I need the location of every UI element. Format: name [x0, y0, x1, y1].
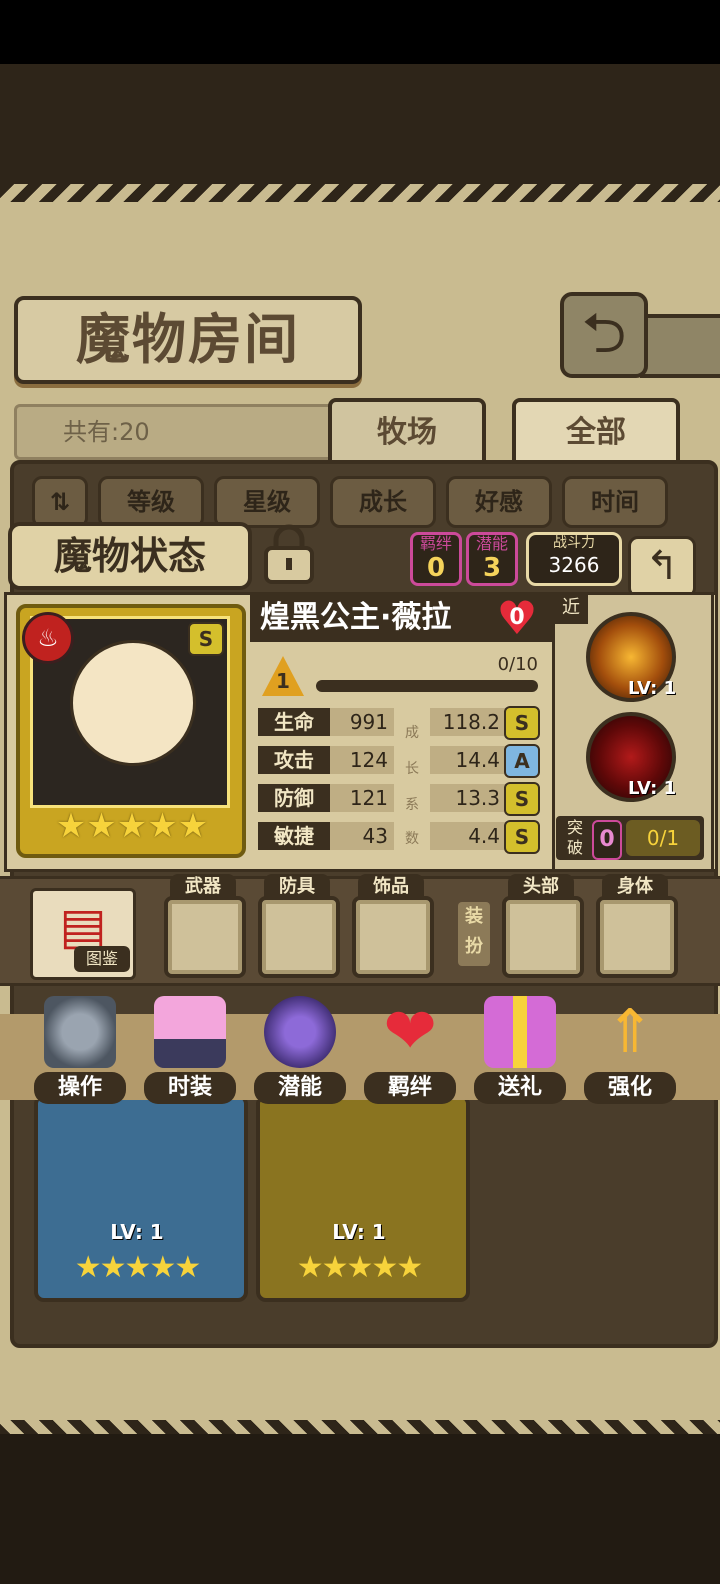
sort-row: ⇅ 等级 星级 成长 好感 时间 [24, 476, 696, 528]
exp-text: 0/10 [497, 654, 538, 675]
gear-icon [44, 996, 116, 1068]
sort-star-button[interactable]: 星级 [214, 476, 320, 528]
page-title: 魔物房间 [76, 308, 300, 371]
fashion-label: 时装 [144, 1072, 236, 1104]
breakthrough-progress: 0/1 [626, 820, 700, 856]
attr-hp-name: 生命 [258, 708, 330, 736]
exp-bar [316, 680, 538, 692]
return-arrow-icon: ⮌ [581, 301, 627, 366]
attr-agi-grade: S [504, 820, 540, 854]
card-stars: ★★★★★ [296, 1250, 423, 1285]
attr-def-grade: S [504, 782, 540, 816]
growth-label-char: 长 [405, 761, 419, 777]
attr-hp-value: 991 [330, 708, 394, 736]
body-slot[interactable] [596, 896, 678, 978]
potential-label: 潜能 [475, 534, 508, 553]
card-stars: ★★★★★ [74, 1250, 201, 1285]
accessory-slot[interactable] [352, 896, 434, 978]
hearts-icon: ❤ [383, 995, 437, 1069]
skill-1-level: LV: 1 [628, 678, 677, 699]
sort-affection-button[interactable]: 好感 [446, 476, 552, 528]
bottom-wall [0, 1434, 720, 1584]
room-title-plate: 魔物房间 [14, 296, 362, 384]
attr-atk-value: 124 [330, 746, 394, 774]
dress-up-label: 装扮 [458, 902, 490, 966]
attr-agi-growth: 4.4 [430, 822, 506, 850]
bond-stat: 羁绊 0 [410, 532, 462, 586]
attr-agi-value: 43 [330, 822, 394, 850]
monster-count: 共有:20 [63, 418, 150, 446]
head-slot[interactable] [502, 896, 584, 978]
top-border-decoration [0, 184, 720, 202]
sort-time-button[interactable]: 时间 [562, 476, 668, 528]
sort-toggle-icon: ⇅ [49, 488, 71, 516]
bond-label: 羁绊 [364, 1072, 456, 1104]
bond-label: 羁绊 [419, 534, 452, 553]
growth-label-char: 系 [405, 797, 419, 813]
lock-button[interactable] [256, 524, 322, 586]
tab-all[interactable]: 全部 [512, 398, 680, 468]
weapon-slot[interactable] [164, 896, 246, 978]
monster-face-illustration [70, 640, 196, 766]
breakthrough-count: 0 [592, 820, 622, 860]
gift-label: 送礼 [474, 1072, 566, 1104]
potential-value: 3 [482, 553, 502, 583]
card-level: LV: 1 [332, 1220, 386, 1244]
attr-def-name: 防御 [258, 784, 330, 812]
affection-value: 0 [509, 605, 525, 630]
close-status-button[interactable]: ↰ [628, 536, 696, 598]
bond-value: 0 [426, 553, 446, 583]
attr-atk-growth: 14.4 [430, 746, 506, 774]
upgrade-button[interactable]: ⇑ 强化 [584, 996, 676, 1106]
attr-agi-name: 敏捷 [258, 822, 330, 850]
fashion-button[interactable]: 时装 [144, 996, 236, 1106]
fire-element-icon: ♨ [22, 612, 74, 664]
upgrade-label: 强化 [584, 1072, 676, 1104]
skill-2-level: LV: 1 [628, 778, 677, 799]
return-arrow-icon: ↰ [645, 543, 679, 589]
dress-icon [154, 996, 226, 1068]
gift-icon [484, 996, 556, 1068]
encyclopedia-label: 图鉴 [74, 946, 130, 972]
potential-stat: 潜能 3 [466, 532, 518, 586]
gift-button[interactable]: 送礼 [474, 996, 566, 1106]
sort-level-button[interactable]: 等级 [98, 476, 204, 528]
range-tag: 近 [554, 592, 588, 624]
combat-power-label: 战斗力 [553, 535, 595, 551]
combat-power-value: 3266 [548, 553, 600, 577]
lock-icon [264, 524, 314, 584]
operate-label: 操作 [34, 1072, 126, 1104]
combat-power: 战斗力 3266 [526, 532, 622, 586]
monster-stars: ★★★★★ [55, 806, 209, 846]
rank-badge: S [188, 622, 224, 656]
tab-ranch[interactable]: 牧场 [328, 398, 486, 468]
demon-icon [264, 996, 336, 1068]
attr-atk-name: 攻击 [258, 746, 330, 774]
attr-hp-grade: S [504, 706, 540, 740]
attr-atk-grade: A [504, 744, 540, 778]
attr-hp-growth: 118.2 [430, 708, 506, 736]
attr-def-value: 121 [330, 784, 394, 812]
card-level: LV: 1 [110, 1220, 164, 1244]
armor-slot[interactable] [258, 896, 340, 978]
back-button-bar [640, 314, 720, 378]
breakthrough-label: 突破 [566, 818, 583, 857]
sort-toggle-button[interactable]: ⇅ [32, 476, 88, 528]
monster-count-bar: 共有:20 [14, 404, 336, 460]
potential-button[interactable]: 潜能 [254, 996, 346, 1106]
sort-growth-button[interactable]: 成长 [330, 476, 436, 528]
upgrade-arrows-icon: ⇑ [604, 997, 656, 1067]
back-button[interactable]: ⮌ [560, 292, 648, 378]
status-title: 魔物状态 [8, 522, 252, 590]
operate-button[interactable]: 操作 [34, 996, 126, 1106]
bond-button[interactable]: ❤ 羁绊 [364, 996, 456, 1106]
top-wall [0, 64, 720, 188]
attr-def-growth: 13.3 [430, 784, 506, 812]
growth-label-char: 成 [405, 725, 419, 741]
potential-label: 潜能 [254, 1072, 346, 1104]
growth-label-char: 数 [405, 831, 419, 847]
